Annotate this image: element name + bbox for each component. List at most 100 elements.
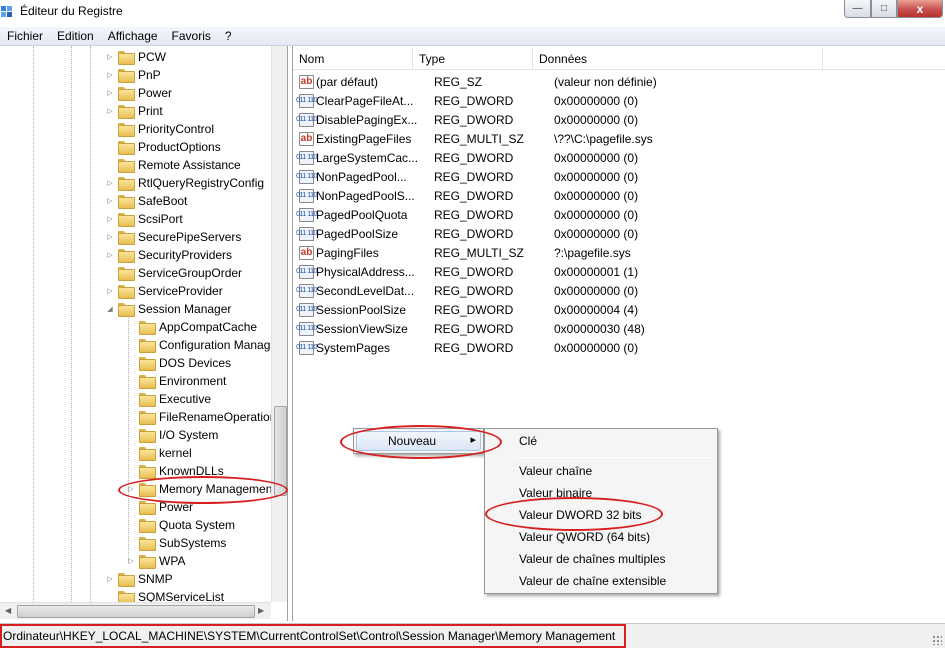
tree-item[interactable]: ▷ SNMP [105, 570, 173, 588]
submenu-arrow-icon: ▸ [470, 434, 476, 446]
tree-item[interactable]: KnownDLLs [126, 462, 224, 480]
menu-item-nouveau[interactable]: Nouveau ▸ [356, 431, 481, 451]
list-item[interactable]: ab PagingFiles REG_MULTI_SZ ?:\pagefile.sys [293, 243, 754, 262]
list-item[interactable]: ab ExistingPageFiles REG_MULTI_SZ \??\C:\pa… [293, 129, 754, 148]
menu-item-valeur-qword[interactable]: Valeur QWORD (64 bits) [519, 530, 650, 544]
column-header-data[interactable]: Données [533, 48, 823, 70]
menu-item-valeur-chaine-extensible[interactable]: Valeur de chaîne extensible [519, 574, 666, 588]
tree-item[interactable]: Remote Assistance [105, 156, 241, 174]
tree-item[interactable]: Configuration Manag [126, 336, 270, 354]
binary-value-icon: 011 110 [296, 169, 317, 184]
list-item[interactable]: ab (par défaut) REG_SZ (valeur non définie) [293, 72, 754, 91]
list-item[interactable]: 011 110 LargeSystemCac... REG_DWORD 0x00000… [293, 148, 754, 167]
string-value-icon: ab [299, 245, 314, 260]
list-item[interactable]: 011 110 PagedPoolSize REG_DWORD 0x00000000 … [293, 224, 754, 243]
menu-edition[interactable]: Edition [50, 28, 101, 45]
tree-item[interactable]: SubSystems [126, 534, 226, 552]
tree-item[interactable]: Power [126, 498, 193, 516]
expand-arrow-icon[interactable]: ◢ [105, 305, 115, 313]
scroll-right-icon[interactable]: ▶ [258, 606, 264, 615]
column-header-type[interactable]: Type [413, 48, 533, 70]
tree-vertical-scroll-thumb[interactable] [274, 406, 287, 496]
folder-icon [139, 339, 156, 353]
folder-icon [139, 501, 156, 515]
menu-help[interactable]: ? [218, 28, 239, 45]
expand-arrow-icon[interactable]: ▷ [105, 107, 115, 115]
tree-item[interactable]: ▷ WPA [126, 552, 185, 570]
menu-item-valeur-chaines-multiples[interactable]: Valeur de chaînes multiples [519, 552, 666, 566]
tree-item[interactable]: ▷ PCW [105, 48, 166, 66]
tree-item[interactable]: ▷ SecurityProviders [105, 246, 232, 264]
column-header-name[interactable]: Nom [293, 48, 413, 70]
tree-item[interactable]: Environment [126, 372, 226, 390]
tree-item-label: kernel [159, 446, 192, 460]
tree-item[interactable]: ▷ Power [105, 84, 172, 102]
tree-item[interactable]: Executive [126, 390, 211, 408]
tree-item[interactable]: ▷ ScsiPort [105, 210, 183, 228]
tree-item[interactable]: ServiceGroupOrder [105, 264, 242, 282]
expand-arrow-icon[interactable]: ▷ [105, 575, 115, 583]
maximize-button[interactable]: □ [871, 0, 897, 18]
tree-item[interactable]: PriorityControl [105, 120, 214, 138]
expand-arrow-icon[interactable]: ▷ [105, 287, 115, 295]
value-name: ClearPageFileAt... [316, 93, 414, 108]
tree-item[interactable]: ▷ ServiceProvider [105, 282, 223, 300]
tree-item[interactable]: ▷ Memory Managemen [126, 480, 272, 498]
resize-grip-icon[interactable] [932, 635, 942, 645]
tree-horizontal-scroll-thumb[interactable] [17, 605, 255, 618]
close-button[interactable]: x [897, 0, 943, 18]
expand-arrow-icon[interactable]: ▷ [105, 89, 115, 97]
binary-value-icon: 011 110 [296, 150, 317, 165]
menu-fichier[interactable]: Fichier [0, 28, 50, 45]
tree-item[interactable]: ▷ PnP [105, 66, 161, 84]
expand-arrow-icon[interactable]: ▷ [126, 485, 136, 493]
tree-item[interactable]: AppCompatCache [126, 318, 257, 336]
expand-arrow-icon[interactable]: ▷ [126, 557, 136, 565]
list-item[interactable]: 011 110 NonPagedPoolS... REG_DWORD 0x000000… [293, 186, 754, 205]
value-type: REG_MULTI_SZ [434, 245, 524, 260]
tree-item[interactable]: FileRenameOperation [126, 408, 276, 426]
list-item[interactable]: 011 110 PhysicalAddress... REG_DWORD 0x0000… [293, 262, 754, 281]
list-item[interactable]: 011 110 SecondLevelDat... REG_DWORD 0x00000… [293, 281, 754, 300]
tree-item[interactable]: ▷ SecurePipeServers [105, 228, 241, 246]
list-item[interactable]: 011 110 ClearPageFileAt... REG_DWORD 0x0000… [293, 91, 754, 110]
tree-item-label: Session Manager [138, 302, 232, 316]
tree-item[interactable]: ProductOptions [105, 138, 221, 156]
menu-item-valeur-chaine[interactable]: Valeur chaîne [519, 464, 592, 478]
expand-arrow-icon[interactable]: ▷ [105, 197, 115, 205]
list-item[interactable]: 011 110 SessionPoolSize REG_DWORD 0x0000000… [293, 300, 754, 319]
list-item[interactable]: 011 110 NonPagedPool... REG_DWORD 0x0000000… [293, 167, 754, 186]
tree-item[interactable]: Quota System [126, 516, 235, 534]
menu-item-valeur-dword[interactable]: Valeur DWORD 32 bits [519, 508, 641, 522]
tree-horizontal-scrollbar[interactable]: ◀ ▶ [0, 602, 271, 619]
expand-arrow-icon[interactable]: ▷ [105, 53, 115, 61]
tree-item[interactable]: ◢ Session Manager [105, 300, 231, 318]
menu-affichage[interactable]: Affichage [101, 28, 165, 45]
list-item[interactable]: 011 110 PagedPoolQuota REG_DWORD 0x00000000… [293, 205, 754, 224]
tree-item[interactable]: ▷ SafeBoot [105, 192, 187, 210]
value-type: REG_DWORD [434, 207, 514, 222]
menu-item-cle[interactable]: Clé [519, 434, 537, 448]
tree-item-label: Quota System [159, 518, 236, 532]
tree-vertical-scrollbar[interactable] [271, 46, 287, 602]
tree-item[interactable]: ▷ Print [105, 102, 163, 120]
menu-favoris[interactable]: Favoris [165, 28, 218, 45]
expand-arrow-icon[interactable]: ▷ [105, 215, 115, 223]
tree-item-label: ServiceGroupOrder [138, 266, 243, 280]
expand-arrow-icon[interactable]: ▷ [105, 233, 115, 241]
tree-item[interactable]: kernel [126, 444, 192, 462]
list-item[interactable]: 011 110 SystemPages REG_DWORD 0x00000000 (0… [293, 338, 754, 357]
list-item[interactable]: 011 110 DisablePagingEx... REG_DWORD 0x0000… [293, 110, 754, 129]
tree-item[interactable]: DOS Devices [126, 354, 231, 372]
scroll-left-icon[interactable]: ◀ [5, 606, 11, 615]
tree-item[interactable]: ▷ RtlQueryRegistryConfig [105, 174, 264, 192]
expand-arrow-icon[interactable]: ▷ [105, 251, 115, 259]
value-name: PagedPoolSize [316, 226, 399, 241]
tree-item[interactable]: I/O System [126, 426, 218, 444]
folder-icon [139, 411, 156, 425]
expand-arrow-icon[interactable]: ▷ [105, 179, 115, 187]
menu-item-valeur-binaire[interactable]: Valeur binaire [519, 486, 592, 500]
expand-arrow-icon[interactable]: ▷ [105, 71, 115, 79]
list-item[interactable]: 011 110 SessionViewSize REG_DWORD 0x0000003… [293, 319, 754, 338]
minimize-button[interactable]: — [844, 0, 871, 18]
